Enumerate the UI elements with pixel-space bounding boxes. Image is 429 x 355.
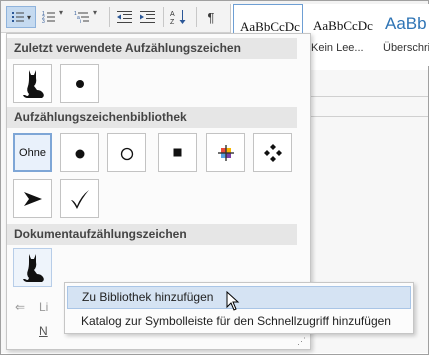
section-header-library: Aufzählungszeichenbibliothek xyxy=(7,107,297,128)
resize-gripper-icon[interactable]: ⋰ xyxy=(297,336,306,347)
increase-indent-icon xyxy=(140,11,155,23)
style-tile-heading[interactable]: AaBb Überschri xyxy=(379,4,429,64)
ribbon-separator xyxy=(196,7,197,27)
bullet-option-none[interactable]: Ohne xyxy=(13,133,52,172)
bullet-list-icon xyxy=(11,12,24,22)
bullet-option-diamond[interactable] xyxy=(253,133,292,172)
ribbon-separator xyxy=(109,7,110,27)
cat-bullet-icon xyxy=(22,69,44,98)
chevron-down-icon[interactable]: ▾ xyxy=(59,8,63,17)
pilcrow-icon: ¶ xyxy=(207,9,215,25)
bullet-option-color-cross[interactable] xyxy=(206,133,245,172)
multilevel-list-button[interactable]: 1 a i xyxy=(73,6,91,28)
bullet-option-cat-document[interactable] xyxy=(13,248,52,287)
section-header-recent: Zuletzt verwendete Aufzählungszeichen xyxy=(7,38,297,59)
style-name: Überschri xyxy=(383,42,429,54)
bullets-button[interactable]: ▾ xyxy=(6,6,36,28)
circle-bullet-icon xyxy=(120,147,133,160)
style-preview: AaBb xyxy=(385,14,427,33)
multilevel-list-icon: 1 a i xyxy=(74,11,89,24)
bullet-option-dot[interactable] xyxy=(60,133,99,172)
bullet-option-square[interactable] xyxy=(158,133,197,172)
mouse-cursor-icon xyxy=(226,291,240,311)
cat-bullet-icon xyxy=(22,253,44,282)
context-menu-add-to-quick-access[interactable]: Katalog zur Symbolleiste für den Schnell… xyxy=(67,310,411,333)
show-formatting-button[interactable]: ¶ xyxy=(202,6,220,28)
section-header-document: Dokumentaufzählungszeichen xyxy=(7,224,297,245)
numbering-button[interactable]: 1 2 3 xyxy=(41,6,57,28)
svg-text:i: i xyxy=(80,19,81,24)
chevron-down-icon: ▾ xyxy=(26,12,31,22)
ribbon-separator xyxy=(163,7,164,27)
checkmark-bullet-icon xyxy=(70,189,89,209)
numbered-list-icon: 1 2 3 xyxy=(42,11,55,24)
svg-text:3: 3 xyxy=(42,19,45,24)
increase-indent-button[interactable] xyxy=(139,6,157,28)
sort-button[interactable]: A Z xyxy=(169,6,189,28)
bullet-option-checkmark[interactable] xyxy=(60,179,99,218)
decrease-indent-button[interactable] xyxy=(116,6,134,28)
bullet-option-dot[interactable] xyxy=(60,64,99,103)
dot-bullet-icon xyxy=(75,149,84,158)
bullet-option-arrow[interactable] xyxy=(13,179,52,218)
bullet-option-circle[interactable] xyxy=(107,133,146,172)
diamond-bullet-icon xyxy=(263,143,282,162)
bullet-option-none-label: Ohne xyxy=(19,146,46,159)
svg-text:A: A xyxy=(170,11,175,18)
decrease-indent-icon xyxy=(117,11,132,23)
style-name: Kein Lee... xyxy=(311,42,364,54)
style-preview: AaBbCcDc xyxy=(313,18,373,33)
svg-text:Z: Z xyxy=(170,19,175,25)
menu-item-partial[interactable]: N xyxy=(39,324,48,338)
change-list-level-icon[interactable]: ⇐ xyxy=(15,300,25,314)
style-tile-no-spacing[interactable]: AaBbCcDc Kein Lee... xyxy=(307,4,379,64)
chevron-down-icon[interactable]: ▾ xyxy=(93,8,97,17)
menu-item-partial[interactable]: Li xyxy=(39,300,48,314)
dot-bullet-icon xyxy=(75,79,84,88)
arrow-bullet-icon xyxy=(23,191,42,206)
bullet-option-cat[interactable] xyxy=(13,64,52,103)
square-bullet-icon xyxy=(173,148,181,156)
color-cross-bullet-icon xyxy=(217,144,234,161)
sort-icon: A Z xyxy=(170,10,186,25)
